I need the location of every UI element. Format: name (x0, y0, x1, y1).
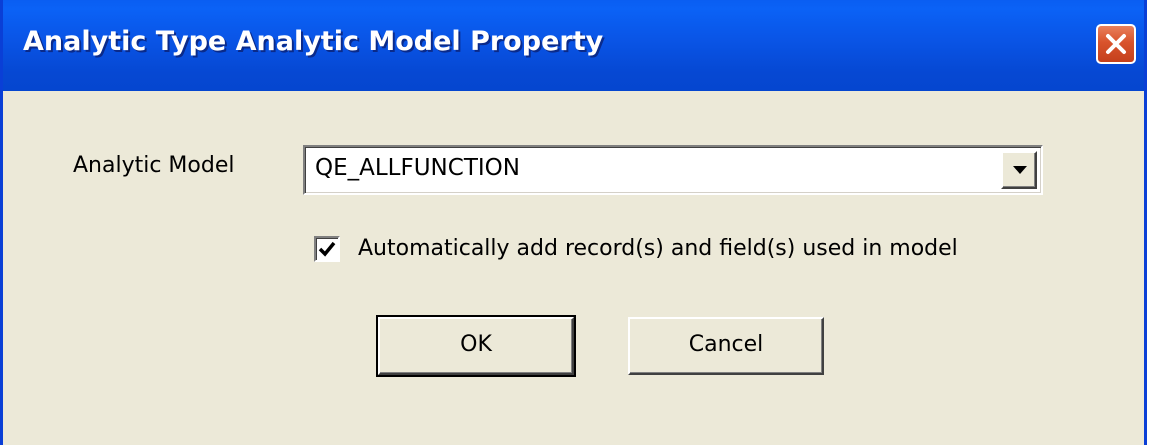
cancel-button[interactable]: Cancel (628, 317, 824, 375)
checkmark-icon (318, 241, 336, 257)
cancel-button-label: Cancel (688, 332, 764, 357)
auto-add-label[interactable]: Automatically add record(s) and field(s)… (358, 236, 958, 261)
analytic-model-dropdown[interactable]: QE_ALLFUNCTION (303, 145, 1043, 195)
ok-button[interactable]: OK (376, 315, 576, 377)
analytic-model-value: QE_ALLFUNCTION (315, 155, 520, 181)
dialog-body: Analytic Model QE_ALLFUNCTION Automatica… (3, 91, 1144, 445)
auto-add-checkbox[interactable] (314, 236, 340, 262)
ok-button-label: OK (460, 332, 492, 357)
dialog-window: Analytic Type Analytic Model Property An… (0, 0, 1147, 445)
dropdown-button[interactable] (1001, 151, 1037, 189)
title-bar[interactable]: Analytic Type Analytic Model Property (3, 0, 1144, 91)
window-title: Analytic Type Analytic Model Property (23, 26, 604, 57)
analytic-model-label: Analytic Model (73, 153, 235, 178)
close-button[interactable] (1096, 24, 1136, 64)
close-icon (1106, 34, 1126, 54)
chevron-down-icon (1013, 166, 1027, 174)
